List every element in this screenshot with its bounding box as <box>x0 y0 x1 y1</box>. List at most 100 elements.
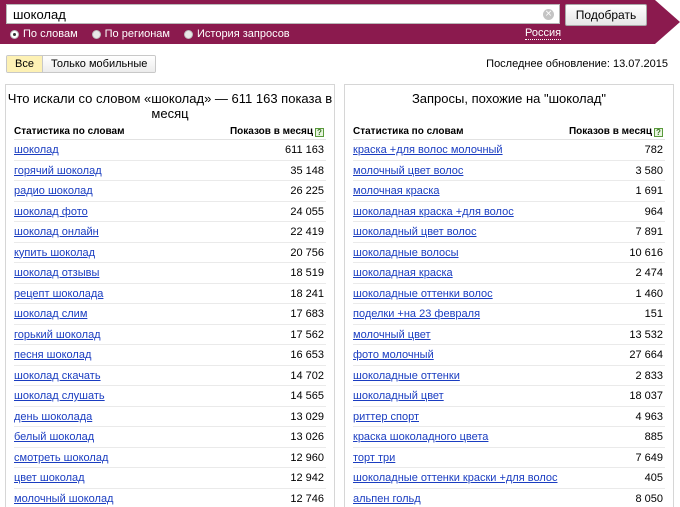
keyword-link[interactable]: смотреть шоколад <box>14 452 108 464</box>
mode-history[interactable]: История запросов <box>184 28 290 40</box>
impressions-count: 14 702 <box>290 369 324 382</box>
impressions-count: 12 942 <box>290 472 324 484</box>
region-link[interactable]: Россия <box>525 27 562 40</box>
table-row: день шоколада 13 029 <box>14 407 326 427</box>
panel-title: Что искали со словом «шоколад» — 611 163… <box>7 91 333 121</box>
impressions-count: 13 026 <box>290 431 324 443</box>
impressions-count: 4 963 <box>635 410 663 423</box>
keyword-link[interactable]: молочный цвет <box>353 329 431 341</box>
radio-selected-icon <box>10 29 19 39</box>
keyword-link[interactable]: шоколад слушать <box>14 390 105 402</box>
impressions-count: 18 241 <box>290 287 324 300</box>
impressions-count: 7 649 <box>635 451 663 464</box>
keyword-link[interactable]: молочный цвет волос <box>353 165 463 177</box>
keyword-link[interactable]: белый шоколад <box>14 431 94 443</box>
keyword-link[interactable]: горький шоколад <box>14 329 101 341</box>
keyword-link[interactable]: шоколадные оттенки краски +для волос <box>353 472 558 484</box>
table-row: молочная краска 1 691 <box>353 181 665 202</box>
keyword-link[interactable]: шоколад скачать <box>14 370 101 382</box>
table-row: молочный шоколад 12 746 <box>14 489 326 507</box>
table-row: рецепт шоколада 18 241 <box>14 284 326 304</box>
table-row: поделки +на 23 февраля 151 <box>353 304 665 325</box>
table-row: краска шоколадного цвета 885 <box>353 427 665 448</box>
keyword-link[interactable]: шоколадный цвет <box>353 390 444 402</box>
keyword-link[interactable]: шоколадные оттенки волос <box>353 288 493 300</box>
keyword-link[interactable]: краска шоколадного цвета <box>353 431 488 443</box>
panel-title: Запросы, похожие на "шоколад" <box>411 91 607 106</box>
word-statistics-panel: Что искали со словом «шоколад» — 611 163… <box>5 84 335 507</box>
table-row: горячий шоколад 35 148 <box>14 161 326 181</box>
search-input[interactable] <box>7 5 537 23</box>
keyword-link[interactable]: шоколад онлайн <box>14 226 99 238</box>
table-row: шоколадные оттенки волос 1 460 <box>353 284 665 304</box>
radio-icon <box>91 29 101 39</box>
keyword-link[interactable]: горячий шоколад <box>14 165 102 177</box>
keyword-link[interactable]: цвет шоколад <box>14 472 85 484</box>
impressions-count: 782 <box>644 144 663 156</box>
impressions-count: 1 691 <box>635 185 663 197</box>
help-icon[interactable]: ? <box>315 128 324 137</box>
impressions-count: 17 683 <box>290 308 324 320</box>
table-row: торт три 7 649 <box>353 448 665 468</box>
impressions-count: 12 960 <box>290 451 324 464</box>
table-row: цвет шоколад 12 942 <box>14 468 326 489</box>
table-row: молочный цвет 13 532 <box>353 325 665 345</box>
keyword-link[interactable]: шоколадные оттенки <box>353 370 460 382</box>
keyword-link[interactable]: молочная краска <box>353 185 440 197</box>
keyword-link[interactable]: рецепт шоколада <box>14 288 103 300</box>
help-icon[interactable]: ? <box>654 128 663 137</box>
table-row: фото молочный 27 664 <box>353 345 665 366</box>
keyword-link[interactable]: радио шоколад <box>14 185 93 197</box>
keyword-link[interactable]: шоколадный цвет волос <box>353 226 477 238</box>
keyword-link[interactable]: шоколад слим <box>14 308 87 320</box>
keyword-link[interactable]: торт три <box>353 452 395 464</box>
keyword-link[interactable]: молочный шоколад <box>14 493 113 505</box>
column-count: Показов в месяц? <box>569 126 663 137</box>
keyword-link[interactable]: краска +для волос молочный <box>353 144 503 156</box>
table-row: белый шоколад 13 026 <box>14 427 326 448</box>
keyword-link[interactable]: песня шоколад <box>14 349 91 361</box>
table-header: Статистика по словам Показов в месяц? <box>353 123 665 140</box>
table-row: шоколадная краска +для волос 964 <box>353 202 665 222</box>
impressions-count: 885 <box>644 431 663 443</box>
table-row: шоколадные оттенки 2 833 <box>353 366 665 386</box>
impressions-count: 2 474 <box>635 267 663 279</box>
impressions-count: 24 055 <box>290 205 324 218</box>
keyword-link[interactable]: риттер спорт <box>353 411 419 423</box>
similar-queries-panel: Запросы, похожие на "шоколад" Статистика… <box>344 84 674 507</box>
clear-icon[interactable]: × <box>543 9 554 20</box>
keyword-link[interactable]: день шоколада <box>14 411 92 423</box>
table-row: купить шоколад 20 756 <box>14 243 326 263</box>
table-row: горький шоколад 17 562 <box>14 325 326 345</box>
mode-by-regions[interactable]: По регионам <box>91 28 170 40</box>
impressions-count: 964 <box>644 205 663 218</box>
impressions-count: 13 029 <box>290 410 324 423</box>
search-header: × Подобрать По словам По регионам Истори… <box>0 0 680 44</box>
table-row: шоколад фото 24 055 <box>14 202 326 222</box>
impressions-count: 22 419 <box>290 226 324 238</box>
keyword-link[interactable]: фото молочный <box>353 349 434 361</box>
keyword-link[interactable]: шоколад фото <box>14 206 88 218</box>
mode-by-words[interactable]: По словам <box>10 28 78 40</box>
mode-label: История запросов <box>197 28 290 40</box>
keyword-link[interactable]: шоколадная краска +для волос <box>353 206 514 218</box>
query-list: краска +для волос молочный 782 молочный цв… <box>353 140 665 507</box>
submit-button[interactable]: Подобрать <box>565 4 647 26</box>
keyword-link[interactable]: купить шоколад <box>14 247 95 259</box>
keyword-link[interactable]: шоколад <box>14 144 59 156</box>
table-row: шоколад онлайн 22 419 <box>14 222 326 243</box>
tab-all[interactable]: Все <box>7 56 43 72</box>
table-row: радио шоколад 26 225 <box>14 181 326 202</box>
keyword-link[interactable]: шоколад отзывы <box>14 267 99 279</box>
table-row: шоколад слим 17 683 <box>14 304 326 325</box>
keyword-link[interactable]: поделки +на 23 февраля <box>353 308 480 320</box>
column-count: Показов в месяц? <box>230 126 324 137</box>
impressions-count: 405 <box>644 472 663 484</box>
keyword-link[interactable]: шоколадная краска <box>353 267 453 279</box>
table-row: шоколад слушать 14 565 <box>14 386 326 407</box>
tab-mobile-only[interactable]: Только мобильные <box>42 56 156 72</box>
table-row: альпен гольд 8 050 <box>353 489 665 507</box>
keyword-link[interactable]: шоколадные волосы <box>353 247 459 259</box>
keyword-link[interactable]: альпен гольд <box>353 493 421 505</box>
column-count-label: Показов в месяц <box>568 126 652 137</box>
